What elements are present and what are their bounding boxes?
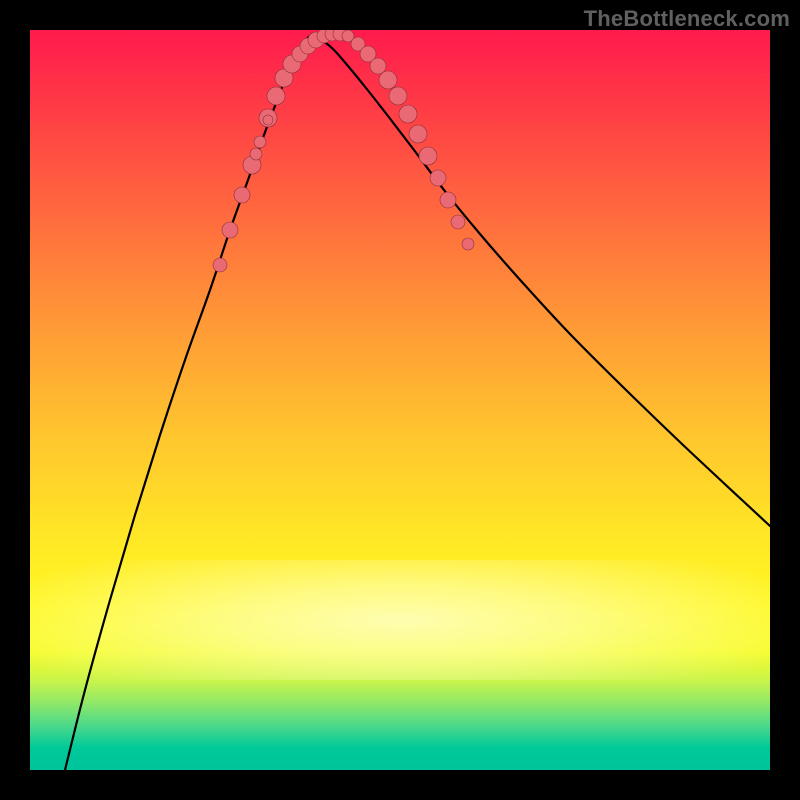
curve-marker [213, 258, 227, 272]
markers-left [213, 30, 354, 272]
curve-marker [379, 71, 397, 89]
curve-right-branch [312, 34, 770, 526]
curve-marker [267, 87, 285, 105]
curve-marker [389, 87, 407, 105]
curve-marker [263, 115, 273, 125]
curve-marker [370, 58, 386, 74]
curve-marker [430, 170, 446, 186]
markers-right [351, 37, 474, 250]
plot-area [30, 30, 770, 770]
curve-marker [250, 148, 262, 160]
curve-marker [451, 215, 465, 229]
curve-marker [419, 147, 437, 165]
chart-svg [30, 30, 770, 770]
curve-marker [222, 222, 238, 238]
curve-marker [409, 125, 427, 143]
curve-marker [399, 105, 417, 123]
chart-container: TheBottleneck.com [0, 0, 800, 800]
curve-marker [440, 192, 456, 208]
curve-marker [462, 238, 474, 250]
curve-left-branch [65, 34, 312, 770]
watermark-text: TheBottleneck.com [584, 6, 790, 32]
curve-marker [234, 187, 250, 203]
curve-marker [254, 136, 266, 148]
